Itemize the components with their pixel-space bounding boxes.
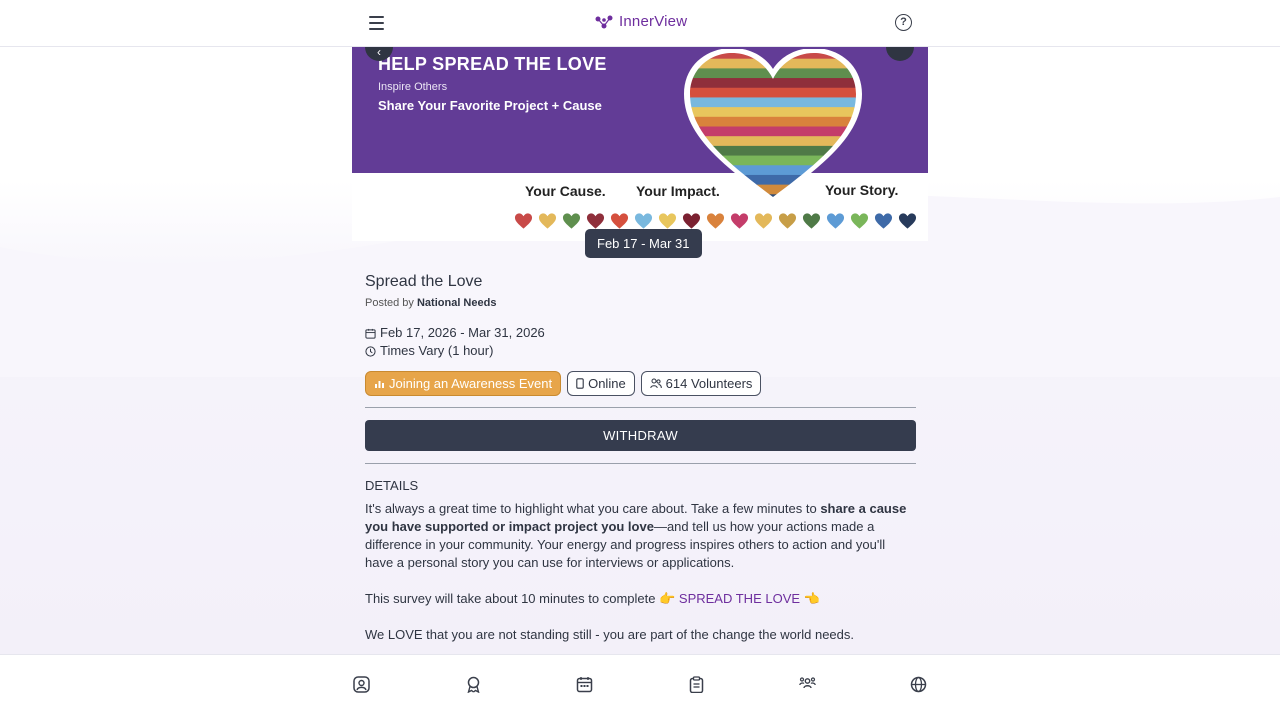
- small-heart-icon: [826, 213, 845, 229]
- event-date-range: Feb 17, 2026 - Mar 31, 2026: [380, 325, 545, 340]
- event-title: Spread the Love: [365, 273, 483, 290]
- pointing-right-emoji: 👉: [659, 591, 676, 606]
- badge-icon[interactable]: [465, 676, 482, 693]
- calendar-icon[interactable]: [576, 676, 593, 693]
- top-bar: InnerView ?: [0, 0, 1280, 47]
- divider: [365, 407, 916, 408]
- innerview-logo-icon: [595, 15, 613, 28]
- event-meta: Feb 17, 2026 - Mar 31, 2026 Times Vary (…: [365, 324, 916, 360]
- withdraw-button[interactable]: WITHDRAW: [365, 420, 916, 451]
- help-circle-icon[interactable]: ?: [895, 14, 912, 31]
- small-heart-icon: [706, 213, 725, 229]
- survey-text: This survey will take about 10 minutes t…: [365, 591, 660, 606]
- volunteers-label: 614 Volunteers: [665, 376, 753, 391]
- category-chip[interactable]: Joining an Awareness Event: [365, 371, 562, 396]
- heart-stripe: [690, 107, 856, 118]
- small-heart-icon: [514, 213, 533, 229]
- clipboard-icon[interactable]: [688, 676, 705, 693]
- small-heart-icon: [586, 213, 605, 229]
- banner-tagline: Share Your Favorite Project + Cause: [378, 98, 602, 113]
- volunteers-chip[interactable]: 614 Volunteers: [640, 371, 762, 396]
- heart-stripe: [690, 165, 856, 176]
- details-paragraph-2: This survey will take about 10 minutes t…: [365, 590, 916, 608]
- awareness-icon: [375, 380, 384, 388]
- mode-chip[interactable]: Online: [567, 371, 635, 396]
- brand-logo[interactable]: InnerView: [595, 13, 687, 30]
- banner-title: HELP SPREAD THE LOVE: [378, 54, 607, 74]
- small-heart-icon: [778, 213, 797, 229]
- small-heart-icon: [562, 213, 581, 229]
- heart-stripe: [690, 78, 856, 89]
- banner-subtitle: Inspire Others: [378, 81, 448, 93]
- heart-stripe: [690, 87, 856, 98]
- small-heart-icon: [850, 213, 869, 229]
- small-heart-icon: [538, 213, 557, 229]
- bottom-navigation: [0, 654, 1280, 711]
- posted-by-prefix: Posted by: [365, 297, 414, 309]
- date-range-pill: Feb 17 - Mar 31: [585, 229, 702, 258]
- time-row: Times Vary (1 hour): [365, 342, 916, 360]
- banner-impact-text: Your Impact.: [636, 183, 720, 199]
- people-icon[interactable]: [799, 676, 816, 693]
- rainbow-heart-icon: [684, 49, 862, 202]
- heart-stripe: [690, 155, 856, 166]
- pointing-left-emoji: 👈: [803, 591, 820, 606]
- details-heading: DETAILS: [365, 478, 419, 493]
- small-heart-icon: [610, 213, 629, 229]
- details-text: It's always a great time to highlight wh…: [365, 501, 821, 516]
- details-paragraph-1: It's always a great time to highlight wh…: [365, 500, 916, 572]
- small-heart-icon: [682, 213, 701, 229]
- heart-stripe: [690, 126, 856, 137]
- posted-by: Posted by National Needs: [365, 297, 916, 309]
- heart-stripe: [690, 116, 856, 127]
- date-row: Feb 17, 2026 - Mar 31, 2026: [365, 324, 916, 342]
- spread-the-love-link[interactable]: SPREAD THE LOVE: [679, 591, 800, 606]
- banner-story-text: Your Story.: [825, 182, 899, 198]
- small-heart-icon: [634, 213, 653, 229]
- brand-name: InnerView: [619, 13, 688, 30]
- mode-label: Online: [588, 376, 626, 391]
- small-heart-icon: [898, 213, 917, 229]
- small-heart-icon: [802, 213, 821, 229]
- calendar-small-icon: [365, 328, 376, 339]
- people-small-icon: [649, 378, 662, 389]
- category-label: Joining an Awareness Event: [389, 376, 553, 391]
- event-banner-image: HELP SPREAD THE LOVE Inspire Others Shar…: [352, 47, 928, 241]
- small-heart-icon: [754, 213, 773, 229]
- heart-stripe: [690, 97, 856, 108]
- event-chips: Joining an Awareness Event Online 614 Vo…: [365, 371, 916, 396]
- divider: [365, 463, 916, 464]
- banner-cause-text: Your Cause.: [525, 183, 606, 199]
- small-heart-icon: [730, 213, 749, 229]
- event-times: Times Vary (1 hour): [380, 343, 494, 358]
- profile-icon[interactable]: [353, 676, 370, 693]
- hearts-row: [514, 212, 917, 230]
- hamburger-icon[interactable]: [366, 12, 388, 34]
- organization-name[interactable]: National Needs: [417, 297, 496, 309]
- small-heart-icon: [874, 213, 893, 229]
- clock-icon: [365, 345, 376, 357]
- event-details: Spread the Love Posted by National Needs…: [365, 270, 916, 644]
- details-paragraph-3: We LOVE that you are not standing still …: [365, 627, 854, 642]
- small-heart-icon: [658, 213, 677, 229]
- heart-stripe: [690, 58, 856, 69]
- mobile-phone-icon: [576, 378, 584, 389]
- globe-icon[interactable]: [910, 676, 927, 693]
